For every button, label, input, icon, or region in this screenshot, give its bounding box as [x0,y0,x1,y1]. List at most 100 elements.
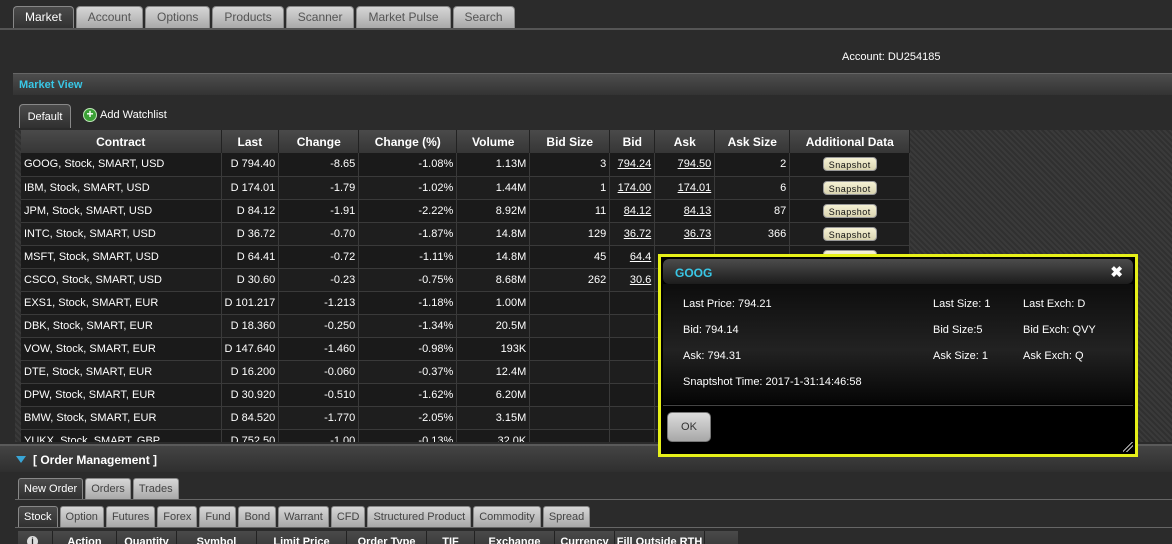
change-cell: -1.460 [278,337,360,361]
order-tabs: New Order Orders Trades [18,478,179,499]
bid-cell[interactable] [609,429,656,442]
last-cell: D 30.920 [221,383,280,407]
product-tab-cfd[interactable]: CFD [330,506,366,527]
resize-grip-icon[interactable] [1123,442,1133,452]
bid-cell[interactable]: 794.24 [609,153,656,177]
last-cell: D 101.217 [221,291,280,315]
column-header-ask-size[interactable]: Ask Size [714,130,791,153]
product-tab-commodity[interactable]: Commodity [473,506,541,527]
order-column-action[interactable]: Action [53,531,117,544]
ask-cell[interactable]: 84.13 [654,199,716,223]
column-header-volume[interactable]: Volume [456,130,531,153]
order-column-fill-outside-rth[interactable]: Fill Outside RTH [615,531,705,544]
close-icon[interactable]: ✖ [1110,263,1123,281]
snapshot-button[interactable]: Snapshot [822,180,877,195]
product-tab-fund[interactable]: Fund [199,506,237,527]
tab-market[interactable]: Market [13,6,74,29]
table-row[interactable]: GOOG, Stock, SMART, USD D 794.40 -8.65 -1.0… [21,153,911,177]
column-header-bid[interactable]: Bid [609,130,656,153]
bid-cell[interactable] [609,360,656,384]
popup-last-exch: Last Exch: D [1023,298,1086,310]
volume-cell: 14.8M [456,245,531,269]
bid-cell[interactable]: 84.12 [609,199,656,223]
bid-cell[interactable]: 64.4 [609,245,656,269]
change-pct-cell: -0.37% [358,360,458,384]
table-row[interactable]: INTC, Stock, SMART, USD D 36.72 -0.70 -1.87… [21,222,911,246]
volume-cell: 12.4M [456,360,531,384]
bid-cell[interactable]: 36.72 [609,222,656,246]
tab-trades[interactable]: Trades [132,478,179,499]
column-header-last[interactable]: Last [221,130,280,153]
column-header-change[interactable]: Change (%) [358,130,458,153]
order-column-currency[interactable]: Currency [555,531,615,544]
bid-size-cell [529,337,611,361]
add-watchlist-button[interactable]: + Add Watchlist [83,108,167,122]
tab-orders[interactable]: Orders [85,478,131,499]
product-tab-option[interactable]: Option [59,506,104,527]
order-tabs-divider [15,499,1172,500]
bid-size-cell [529,360,611,384]
volume-cell: 20.5M [456,314,531,338]
ask-cell[interactable]: 174.01 [654,176,716,200]
product-tab-bond[interactable]: Bond [238,506,277,527]
bid-cell[interactable] [609,383,656,407]
ask-cell[interactable]: 794.50 [654,153,716,177]
order-column-symbol[interactable]: Symbol [177,531,257,544]
change-cell: -0.70 [278,222,360,246]
change-cell: -8.65 [278,153,360,177]
order-column-order-type[interactable]: Order Type [347,531,427,544]
column-header-bid-size[interactable]: Bid Size [529,130,611,153]
bid-cell[interactable]: 30.6 [609,268,656,292]
volume-cell: 8.92M [456,199,531,223]
ok-button[interactable]: OK [667,412,711,442]
change-cell: -1.91 [278,199,360,223]
tab-products[interactable]: Products [212,6,284,28]
order-column-tif[interactable]: TIF [427,531,475,544]
change-pct-cell: -1.87% [358,222,458,246]
product-tab-structured-product[interactable]: Structured Product [367,506,472,527]
watchlist-tab-default[interactable]: Default [19,104,71,128]
popup-ask-exch: Ask Exch: Q [1023,350,1084,362]
tab-options[interactable]: Options [145,6,211,28]
contract-cell: INTC, Stock, SMART, USD [21,222,222,246]
volume-cell: 14.8M [456,222,531,246]
last-cell: D 84.520 [221,406,280,430]
ask-cell[interactable]: 36.73 [654,222,716,246]
change-cell: -1.79 [278,176,360,200]
snapshot-button[interactable]: Snapshot [822,157,877,172]
bid-size-cell [529,291,611,315]
product-tab-stock[interactable]: Stock [18,506,58,527]
order-column-limit-price[interactable]: Limit Price [257,531,347,544]
volume-cell: 1.13M [456,153,531,177]
tab-new-order[interactable]: New Order [18,478,84,499]
column-header-contract[interactable]: Contract [21,130,222,153]
bid-cell[interactable] [609,291,656,315]
tab-scanner[interactable]: Scanner [285,6,355,28]
bid-cell[interactable] [609,406,656,430]
add-watchlist-label: Add Watchlist [100,109,167,121]
change-pct-cell: -0.75% [358,268,458,292]
bid-cell[interactable]: 174.00 [609,176,656,200]
column-header-change[interactable]: Change [278,130,360,153]
table-row[interactable]: JPM, Stock, SMART, USD D 84.12 -1.91 -2.22%… [21,199,911,223]
tab-search[interactable]: Search [452,6,515,28]
order-column-quantity[interactable]: Quantity [117,531,177,544]
bid-cell[interactable] [609,337,656,361]
snapshot-button[interactable]: Snapshot [822,203,877,218]
bid-cell[interactable] [609,314,656,338]
collapse-arrow-icon[interactable] [16,456,26,463]
tab-market-pulse[interactable]: Market Pulse [356,6,451,28]
product-tab-forex[interactable]: Forex [157,506,198,527]
product-tab-spread[interactable]: Spread [542,506,591,527]
column-header-additional-data[interactable]: Additional Data [789,130,911,153]
ask-size-cell: 2 [714,153,791,177]
product-tab-futures[interactable]: Futures [105,506,156,527]
order-column-exchange[interactable]: Exchange [475,531,555,544]
column-header-ask[interactable]: Ask [654,130,716,153]
snapshot-button[interactable]: Snapshot [822,226,877,241]
popup-divider [663,405,1133,406]
product-tab-warrant[interactable]: Warrant [278,506,329,527]
table-row[interactable]: IBM, Stock, SMART, USD D 174.01 -1.79 -1.02… [21,176,911,200]
bid-size-cell: 11 [529,199,611,223]
tab-account[interactable]: Account [75,6,144,28]
